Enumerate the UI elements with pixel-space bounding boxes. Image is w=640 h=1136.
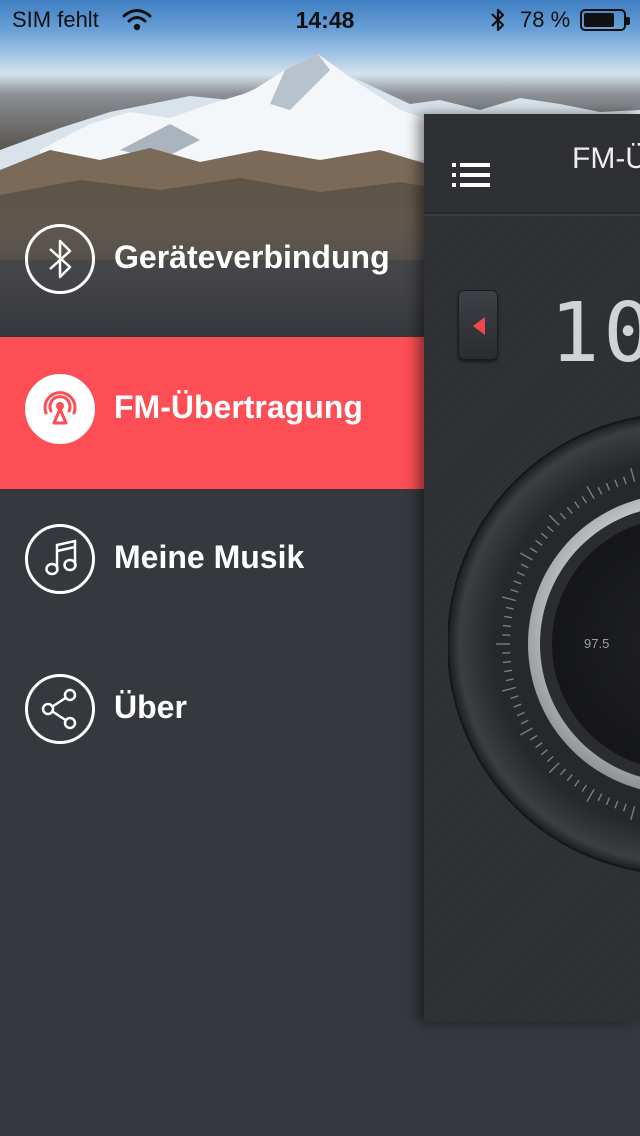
left-arrow-icon — [473, 317, 485, 335]
frequency-display: 10 — [550, 286, 640, 381]
dial-tick — [502, 660, 511, 664]
menu-item-label: FM-Übertragung — [114, 389, 363, 425]
dial-frequency-label: 97.5 — [584, 636, 610, 651]
menu-item-label: Geräteverbindung — [114, 239, 390, 275]
menu-item-my-music[interactable]: Meine Musik — [0, 487, 424, 637]
battery-fill — [584, 13, 614, 27]
menu-item-label: Meine Musik — [114, 539, 305, 575]
share-icon — [25, 674, 95, 744]
menu-item-fm-transmission[interactable]: FM-Übertragung — [0, 337, 424, 489]
menu-item-label: Über — [114, 689, 187, 725]
dial-tick — [502, 624, 511, 628]
bluetooth-icon — [25, 224, 95, 294]
previous-frequency-button[interactable] — [458, 290, 498, 360]
menu-item-about[interactable]: Über — [0, 637, 424, 787]
tuning-dial[interactable] — [448, 414, 640, 874]
page-title: FM-Ü — [572, 142, 640, 175]
battery-percent: 78 % — [520, 7, 571, 32]
broadcast-icon — [25, 374, 95, 444]
hamburger-menu-icon[interactable] — [452, 162, 492, 188]
menu-item-device-connection[interactable]: Geräteverbindung — [0, 187, 424, 337]
battery-icon — [580, 9, 630, 31]
status-bar: SIM fehlt 14:48 78 % — [0, 0, 640, 40]
navigation-bar: FM-Ü — [424, 114, 640, 214]
bluetooth-status-icon — [488, 6, 508, 40]
music-note-icon — [25, 524, 95, 594]
main-panel[interactable]: FM-Ü 10 97.5 — [424, 114, 640, 1022]
